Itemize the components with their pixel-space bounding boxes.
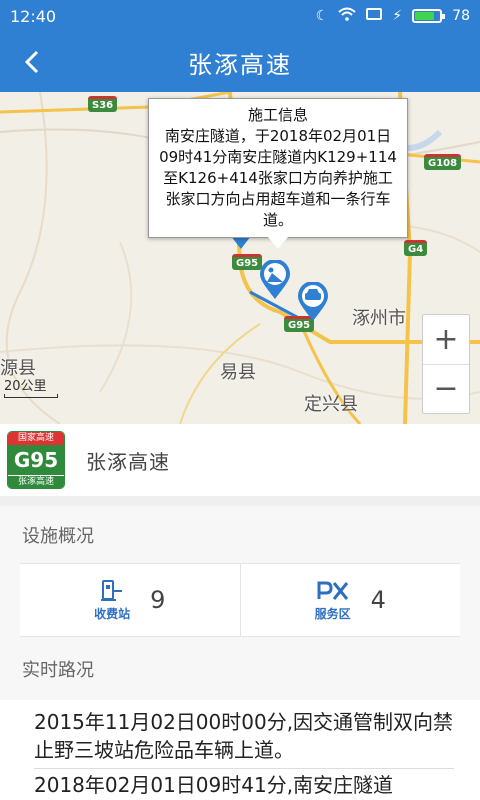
zoom-control: + − xyxy=(422,314,470,414)
road-shield: G108 xyxy=(424,154,462,170)
toll-station-item[interactable]: 收费站 9 xyxy=(20,564,240,636)
construction-icon xyxy=(260,259,290,299)
zoom-in-button[interactable]: + xyxy=(423,315,469,364)
road-shield: S36 xyxy=(88,96,118,112)
road-shield: G4 xyxy=(404,240,428,256)
toll-station-count: 9 xyxy=(150,586,166,614)
service-area-label: 服务区 xyxy=(314,606,351,621)
service-area-marker[interactable] xyxy=(296,281,330,322)
badge-code: G95 xyxy=(8,445,64,475)
road-name: 张涿高速 xyxy=(86,449,170,474)
popup-title: 施工信息 xyxy=(247,106,308,124)
charging-icon: ⚡ xyxy=(392,8,403,24)
badge-top: 国家高速 xyxy=(8,432,64,445)
toll-station-label: 收费站 xyxy=(94,606,131,621)
app-bar: 张涿高速 xyxy=(0,32,480,92)
map-scale: 20公里 xyxy=(4,379,47,394)
city-label: 涿州市 xyxy=(352,308,406,329)
car-icon xyxy=(298,281,328,321)
zoom-out-button[interactable]: − xyxy=(423,363,469,414)
page-title: 张涿高速 xyxy=(188,50,292,79)
city-label: 定兴县 xyxy=(304,394,358,415)
wifi-icon xyxy=(338,7,356,25)
sim-icon xyxy=(366,7,383,25)
road-info-card: 国家高速 G95 张涿高速 张涿高速 xyxy=(0,424,480,496)
battery-percent: 78 xyxy=(452,8,470,24)
section-title: 设施概况 xyxy=(22,526,94,547)
traffic-item[interactable]: 2015年11月02日00时00分,因交通管制双向禁止野三坡站危险品车辆上道。 xyxy=(34,708,454,769)
construction-marker[interactable] xyxy=(258,259,292,300)
back-button[interactable] xyxy=(14,44,50,80)
battery-icon xyxy=(412,9,446,23)
scale-bar xyxy=(4,394,58,398)
toll-station-icon xyxy=(101,579,123,601)
popup-body: 南安庄隧道，于2018年02月01日09时41分南安庄隧道内K129+114至K… xyxy=(159,127,397,229)
chevron-left-icon xyxy=(24,50,39,74)
facility-panel: 收费站 9 服务区 4 xyxy=(20,563,460,637)
status-bar: 12:40 ☾ ⚡ 78 xyxy=(0,0,480,32)
service-area-item[interactable]: 服务区 4 xyxy=(239,564,461,636)
city-label: 易县 xyxy=(220,362,256,383)
service-area-icon xyxy=(317,581,348,600)
notification-icon: ☾ xyxy=(315,8,329,24)
battery-level xyxy=(415,12,434,20)
traffic-list: 2015年11月02日00时00分,因交通管制双向禁止野三坡站危险品车辆上道。 … xyxy=(0,700,480,800)
traffic-section-header: 实时路况 xyxy=(0,648,480,700)
construction-popup[interactable]: 施工信息 南安庄隧道，于2018年02月01日09时41分南安庄隧道内K129+… xyxy=(148,98,408,249)
section-title: 实时路况 xyxy=(22,660,94,681)
map-view[interactable]: S36 G108 G4 G95 G95 涿州市 易县 定兴县 源县 施工信息 南… xyxy=(0,92,480,424)
traffic-item[interactable]: 2018年02月01日09时41分,南安庄隧道 xyxy=(34,769,454,800)
badge-bottom: 张涿高速 xyxy=(8,475,64,488)
highway-badge: 国家高速 G95 张涿高速 xyxy=(8,432,64,488)
service-area-count: 4 xyxy=(370,586,386,614)
status-time: 12:40 xyxy=(10,6,57,26)
